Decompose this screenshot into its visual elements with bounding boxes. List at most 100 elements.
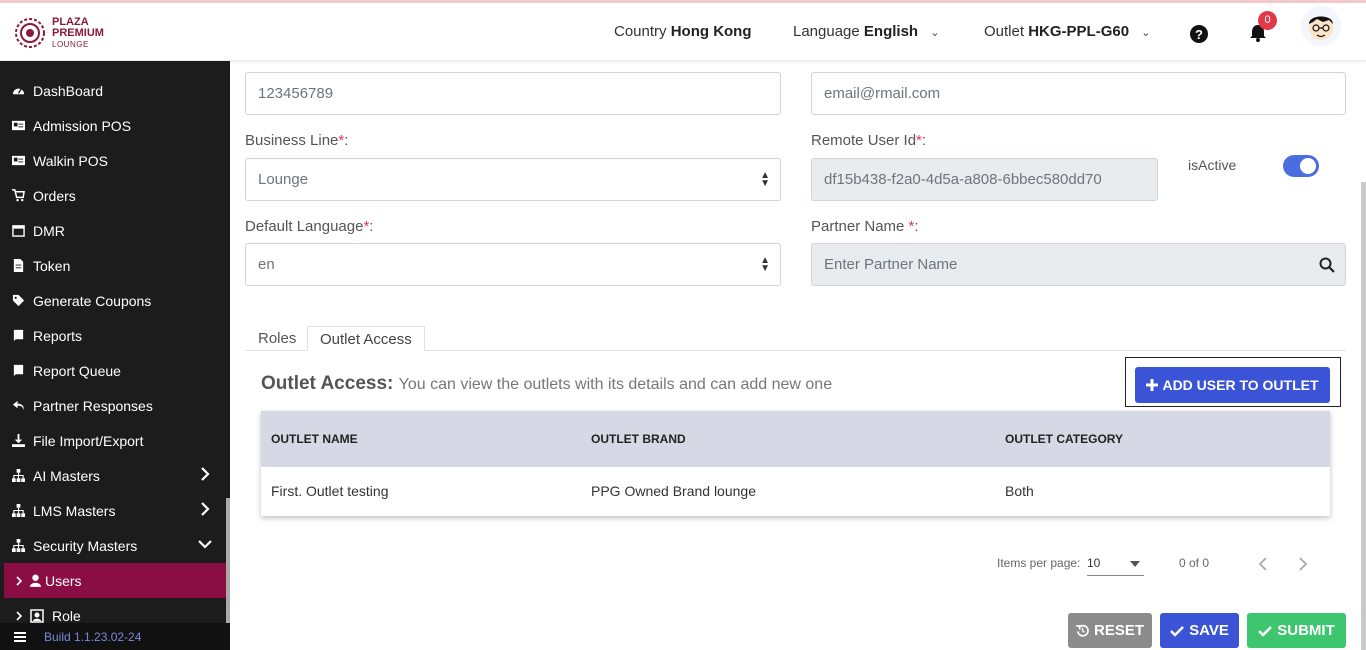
sidebar-item-reports[interactable]: Reports bbox=[0, 318, 226, 353]
sidebar-item-orders[interactable]: Orders bbox=[0, 178, 226, 213]
email-field[interactable]: email@rmail.com bbox=[811, 72, 1346, 115]
tab-roles[interactable]: Roles bbox=[246, 326, 308, 351]
chevron-down-icon: ⌄ bbox=[1141, 27, 1151, 39]
business-line-label: Business Line*: bbox=[245, 132, 349, 149]
add-user-to-outlet-button[interactable]: ADD USER TO OUTLET bbox=[1135, 367, 1330, 403]
items-per-page-value: 10 bbox=[1087, 556, 1101, 570]
sidebar-item-partner-responses[interactable]: Partner Responses bbox=[0, 388, 226, 423]
build-bar: Build 1.1.23.02-24 bbox=[0, 623, 230, 650]
country-value: Hong Kong bbox=[670, 23, 752, 40]
sidebar-item-label: Walkin POS bbox=[33, 152, 108, 169]
sidebar-item-label: Users bbox=[45, 572, 82, 589]
save-button[interactable]: SAVE bbox=[1160, 613, 1239, 648]
language-value: English bbox=[863, 23, 919, 40]
search-icon[interactable] bbox=[1319, 257, 1335, 273]
sidebar-item-dmr[interactable]: DMR bbox=[0, 213, 226, 248]
cell-outlet-brand: PPG Owned Brand lounge bbox=[591, 483, 756, 499]
sidebar-item-label: Token bbox=[33, 257, 71, 274]
sitemap-icon bbox=[12, 504, 25, 517]
sidebar-item-label: Admission POS bbox=[33, 117, 132, 134]
dashboard-icon bbox=[12, 88, 25, 95]
sidebar-item-users[interactable]: Users bbox=[4, 563, 226, 598]
svg-text:?: ? bbox=[1195, 27, 1203, 42]
business-line-value: Lounge bbox=[258, 171, 309, 188]
tab-outlet-access[interactable]: Outlet Access bbox=[307, 326, 425, 351]
country-label: Country bbox=[614, 23, 667, 40]
plus-icon bbox=[1146, 379, 1159, 391]
email-value: email@rmail.com bbox=[824, 85, 941, 102]
select-arrows-icon: ▲ ▼ bbox=[760, 170, 770, 189]
column-header-outlet-name[interactable]: OUTLET NAME bbox=[271, 432, 358, 446]
download-icon bbox=[12, 434, 25, 447]
column-header-outlet-category[interactable]: OUTLET CATEGORY bbox=[1005, 432, 1123, 446]
default-language-value: en bbox=[258, 256, 275, 273]
check-icon bbox=[1258, 625, 1273, 637]
chevron-down-icon: ⌄ bbox=[930, 27, 940, 39]
book-icon bbox=[13, 364, 24, 377]
sidebar-item-label: AI Masters bbox=[33, 467, 100, 484]
sidebar-item-walkin-pos[interactable]: Walkin POS bbox=[0, 143, 226, 178]
language-dropdown[interactable]: Language English ⌄ bbox=[793, 23, 939, 40]
check-icon bbox=[1170, 625, 1185, 637]
hamburger-menu-icon[interactable] bbox=[14, 631, 26, 642]
country-display: Country Hong Kong bbox=[614, 23, 752, 40]
avatar[interactable] bbox=[1301, 6, 1341, 46]
plaza-premium-logo[interactable]: PLAZA PREMIUM LOUNGE bbox=[14, 15, 114, 51]
notification-badge: 0 bbox=[1258, 11, 1277, 30]
help-icon[interactable]: ? bbox=[1189, 24, 1209, 44]
outlet-label: Outlet bbox=[984, 23, 1025, 40]
next-page-icon[interactable] bbox=[1296, 556, 1310, 572]
logo-line2: PREMIUM bbox=[52, 26, 104, 39]
sidebar-item-file-import-export[interactable]: File Import/Export bbox=[0, 423, 226, 458]
sidebar-item-ai-masters[interactable]: AI Masters bbox=[0, 458, 226, 493]
chevron-right-icon bbox=[16, 575, 23, 586]
column-header-outlet-brand[interactable]: OUTLET BRAND bbox=[591, 432, 686, 446]
outlet-table: OUTLET NAME OUTLET BRAND OUTLET CATEGORY… bbox=[261, 411, 1330, 516]
build-version: Build 1.1.23.02-24 bbox=[44, 629, 142, 644]
mobile-number-value: 123456789 bbox=[258, 85, 334, 102]
sidebar-item-label: DashBoard bbox=[33, 82, 104, 99]
add-user-focus-ring: ADD USER TO OUTLET bbox=[1125, 357, 1341, 407]
table-header: OUTLET NAME OUTLET BRAND OUTLET CATEGORY bbox=[261, 411, 1330, 467]
sidebar-item-label: LMS Masters bbox=[33, 502, 116, 519]
sidebar-item-report-queue[interactable]: Report Queue bbox=[0, 353, 226, 388]
caret-down-icon bbox=[1130, 561, 1140, 567]
previous-page-icon[interactable] bbox=[1256, 556, 1270, 572]
partner-name-label: Partner Name *: bbox=[811, 218, 919, 235]
sidebar-item-lms-masters[interactable]: LMS Masters bbox=[0, 493, 226, 528]
sidebar-item-admission-pos[interactable]: Admission POS bbox=[0, 108, 226, 143]
sidebar-item-label: Generate Coupons bbox=[33, 292, 152, 309]
partner-name-field[interactable]: Enter Partner Name bbox=[811, 243, 1346, 286]
sidebar-item-security-masters[interactable]: Security Masters bbox=[0, 528, 226, 563]
items-per-page-select[interactable]: 10 bbox=[1087, 556, 1144, 576]
pagination-range: 0 of 0 bbox=[1179, 556, 1210, 570]
logo-line3: LOUNGE bbox=[52, 39, 89, 49]
items-per-page-label: Items per page: bbox=[997, 556, 1081, 570]
default-language-label: Default Language*: bbox=[245, 218, 374, 235]
reset-button[interactable]: RESET bbox=[1068, 613, 1152, 648]
sidebar-item-token[interactable]: Token bbox=[0, 248, 226, 283]
outlet-dropdown[interactable]: Outlet HKG-PPL-G60 ⌄ bbox=[984, 23, 1150, 40]
sidebar-item-generate-coupons[interactable]: Generate Coupons bbox=[0, 283, 226, 318]
default-language-select[interactable]: en ▲ ▼ bbox=[245, 243, 781, 286]
language-label: Language bbox=[793, 23, 860, 40]
cell-outlet-category: Both bbox=[1005, 483, 1034, 499]
mobile-number-field[interactable]: 123456789 bbox=[245, 72, 781, 115]
chevron-down-icon bbox=[198, 540, 212, 549]
sidebar-item-label: File Import/Export bbox=[33, 432, 144, 449]
cell-outlet-name: First. Outlet testing bbox=[271, 483, 389, 499]
outlet-access-description: You can view the outlets with its detail… bbox=[398, 376, 833, 393]
submit-button[interactable]: SUBMIT bbox=[1247, 613, 1346, 648]
chevron-right-icon bbox=[201, 502, 210, 516]
reset-label: RESET bbox=[1093, 622, 1144, 639]
add-user-to-outlet-label: ADD USER TO OUTLET bbox=[1162, 377, 1319, 393]
remote-user-id-field[interactable]: df15b438-f2a0-4d5a-a808-6bbec580dd70 bbox=[811, 158, 1158, 201]
cart-icon bbox=[12, 189, 25, 202]
business-line-select[interactable]: Lounge ▲ ▼ bbox=[245, 158, 781, 201]
page-scrollbar[interactable] bbox=[1361, 182, 1366, 650]
sidebar-item-dashboard[interactable]: DashBoard bbox=[0, 73, 226, 108]
is-active-toggle[interactable] bbox=[1283, 155, 1319, 177]
submit-label: SUBMIT bbox=[1277, 622, 1335, 639]
sidebar-item-label: Orders bbox=[33, 187, 76, 204]
id-card-icon bbox=[12, 120, 25, 131]
